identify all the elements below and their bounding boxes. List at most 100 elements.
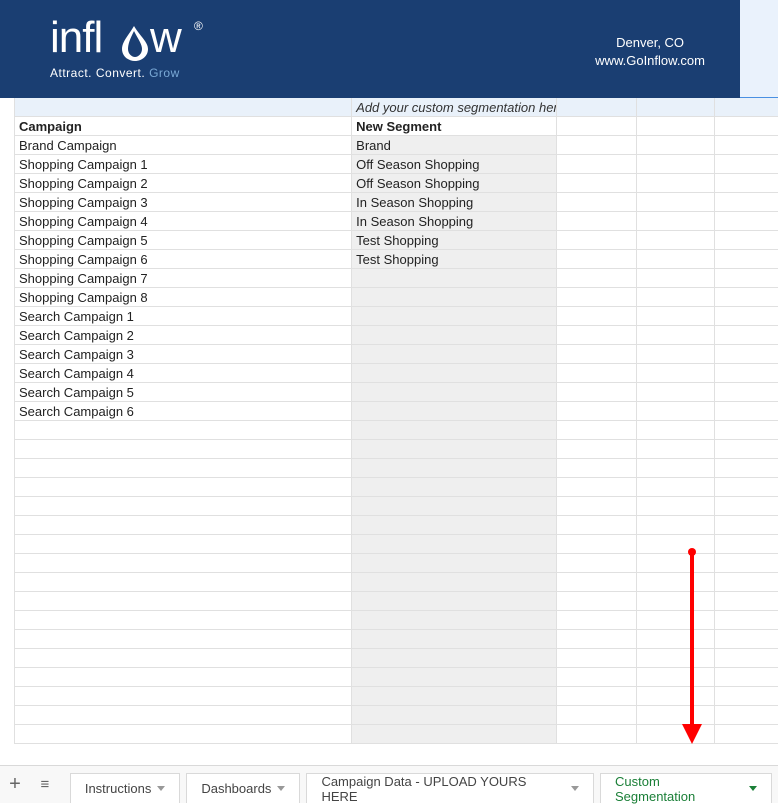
table-row[interactable]: Shopping Campaign 5Test Shopping bbox=[14, 231, 778, 250]
cell[interactable] bbox=[352, 459, 557, 477]
cell[interactable] bbox=[715, 155, 778, 173]
cell[interactable] bbox=[15, 459, 352, 477]
table-row[interactable]: Shopping Campaign 8 bbox=[14, 288, 778, 307]
cell[interactable] bbox=[637, 402, 716, 420]
cell[interactable] bbox=[637, 345, 716, 363]
cell[interactable] bbox=[637, 649, 716, 667]
cell-segment[interactable] bbox=[352, 383, 557, 401]
cell[interactable] bbox=[637, 155, 716, 173]
cell[interactable] bbox=[715, 706, 778, 724]
cell[interactable] bbox=[352, 649, 557, 667]
cell[interactable] bbox=[637, 136, 716, 154]
chevron-down-icon[interactable] bbox=[277, 786, 285, 791]
cell[interactable] bbox=[715, 326, 778, 344]
cell-segment[interactable] bbox=[352, 307, 557, 325]
table-row[interactable] bbox=[14, 630, 778, 649]
cell[interactable] bbox=[557, 193, 637, 211]
cell-segment[interactable]: In Season Shopping bbox=[352, 212, 557, 230]
cell-campaign[interactable]: Search Campaign 3 bbox=[15, 345, 352, 363]
cell-campaign[interactable]: Search Campaign 5 bbox=[15, 383, 352, 401]
cell[interactable] bbox=[557, 630, 637, 648]
column-header-campaign[interactable]: Campaign bbox=[15, 117, 352, 135]
table-row[interactable] bbox=[14, 535, 778, 554]
table-row[interactable] bbox=[14, 649, 778, 668]
table-row[interactable] bbox=[14, 554, 778, 573]
cell[interactable] bbox=[637, 231, 716, 249]
cell[interactable] bbox=[715, 535, 778, 553]
cell-campaign[interactable]: Search Campaign 6 bbox=[15, 402, 352, 420]
table-row[interactable]: Shopping Campaign 1Off Season Shopping bbox=[14, 155, 778, 174]
cell[interactable] bbox=[715, 687, 778, 705]
cell[interactable] bbox=[352, 535, 557, 553]
cell-campaign[interactable]: Shopping Campaign 4 bbox=[15, 212, 352, 230]
cell[interactable] bbox=[715, 98, 778, 116]
all-sheets-button[interactable]: ≡ bbox=[30, 766, 60, 804]
cell[interactable] bbox=[637, 668, 716, 686]
table-row[interactable] bbox=[14, 573, 778, 592]
cell[interactable] bbox=[15, 535, 352, 553]
cell[interactable] bbox=[557, 687, 637, 705]
cell[interactable] bbox=[715, 554, 778, 572]
cell[interactable] bbox=[715, 345, 778, 363]
cell[interactable] bbox=[15, 554, 352, 572]
cell-segment[interactable] bbox=[352, 364, 557, 382]
cell[interactable] bbox=[715, 459, 778, 477]
cell[interactable] bbox=[352, 440, 557, 458]
cell[interactable] bbox=[15, 649, 352, 667]
cell[interactable] bbox=[715, 497, 778, 515]
cell[interactable] bbox=[715, 630, 778, 648]
cell[interactable] bbox=[15, 421, 352, 439]
cell[interactable] bbox=[15, 440, 352, 458]
table-row[interactable] bbox=[14, 497, 778, 516]
cell[interactable] bbox=[715, 136, 778, 154]
cell[interactable] bbox=[352, 687, 557, 705]
table-row[interactable]: Shopping Campaign 2Off Season Shopping bbox=[14, 174, 778, 193]
cell-segment[interactable] bbox=[352, 288, 557, 306]
sheet-tab[interactable]: Dashboards bbox=[186, 773, 300, 803]
cell[interactable] bbox=[557, 421, 637, 439]
cell[interactable] bbox=[637, 573, 716, 591]
spreadsheet-grid[interactable]: Add your custom segmentation here. Campa… bbox=[0, 98, 778, 744]
cell[interactable] bbox=[715, 364, 778, 382]
cell[interactable] bbox=[352, 630, 557, 648]
cell[interactable] bbox=[557, 212, 637, 230]
table-row[interactable]: Search Campaign 3 bbox=[14, 345, 778, 364]
chevron-down-icon[interactable] bbox=[157, 786, 165, 791]
cell[interactable] bbox=[557, 136, 637, 154]
cell[interactable] bbox=[557, 649, 637, 667]
cell-segment[interactable] bbox=[352, 402, 557, 420]
cell[interactable] bbox=[715, 174, 778, 192]
cell[interactable] bbox=[715, 231, 778, 249]
cell-campaign[interactable]: Shopping Campaign 7 bbox=[15, 269, 352, 287]
table-row[interactable] bbox=[14, 440, 778, 459]
chevron-down-icon[interactable] bbox=[571, 786, 579, 791]
cell[interactable] bbox=[715, 288, 778, 306]
cell[interactable] bbox=[637, 269, 716, 287]
cell[interactable] bbox=[557, 269, 637, 287]
cell[interactable] bbox=[15, 611, 352, 629]
table-row[interactable]: Shopping Campaign 6Test Shopping bbox=[14, 250, 778, 269]
cell[interactable] bbox=[557, 98, 637, 116]
cell[interactable] bbox=[557, 288, 637, 306]
cell[interactable] bbox=[557, 250, 637, 268]
cell[interactable] bbox=[557, 307, 637, 325]
cell[interactable] bbox=[637, 288, 716, 306]
sheet-tab-active[interactable]: Custom Segmentation bbox=[600, 773, 772, 803]
hint-text[interactable]: Add your custom segmentation here. bbox=[352, 98, 557, 116]
cell[interactable] bbox=[637, 364, 716, 382]
cell[interactable] bbox=[557, 440, 637, 458]
cell[interactable] bbox=[15, 98, 352, 116]
cell-segment[interactable]: Off Season Shopping bbox=[352, 155, 557, 173]
cell[interactable] bbox=[637, 706, 716, 724]
cell[interactable] bbox=[352, 611, 557, 629]
column-header-segment[interactable]: New Segment bbox=[352, 117, 557, 135]
table-row[interactable]: Search Campaign 1 bbox=[14, 307, 778, 326]
cell[interactable] bbox=[557, 725, 637, 743]
cell-segment[interactable] bbox=[352, 269, 557, 287]
table-row[interactable] bbox=[14, 421, 778, 440]
cell-campaign[interactable]: Shopping Campaign 5 bbox=[15, 231, 352, 249]
cell[interactable] bbox=[352, 725, 557, 743]
sheet-tab[interactable]: Instructions bbox=[70, 773, 180, 803]
cell[interactable] bbox=[15, 687, 352, 705]
cell[interactable] bbox=[715, 592, 778, 610]
